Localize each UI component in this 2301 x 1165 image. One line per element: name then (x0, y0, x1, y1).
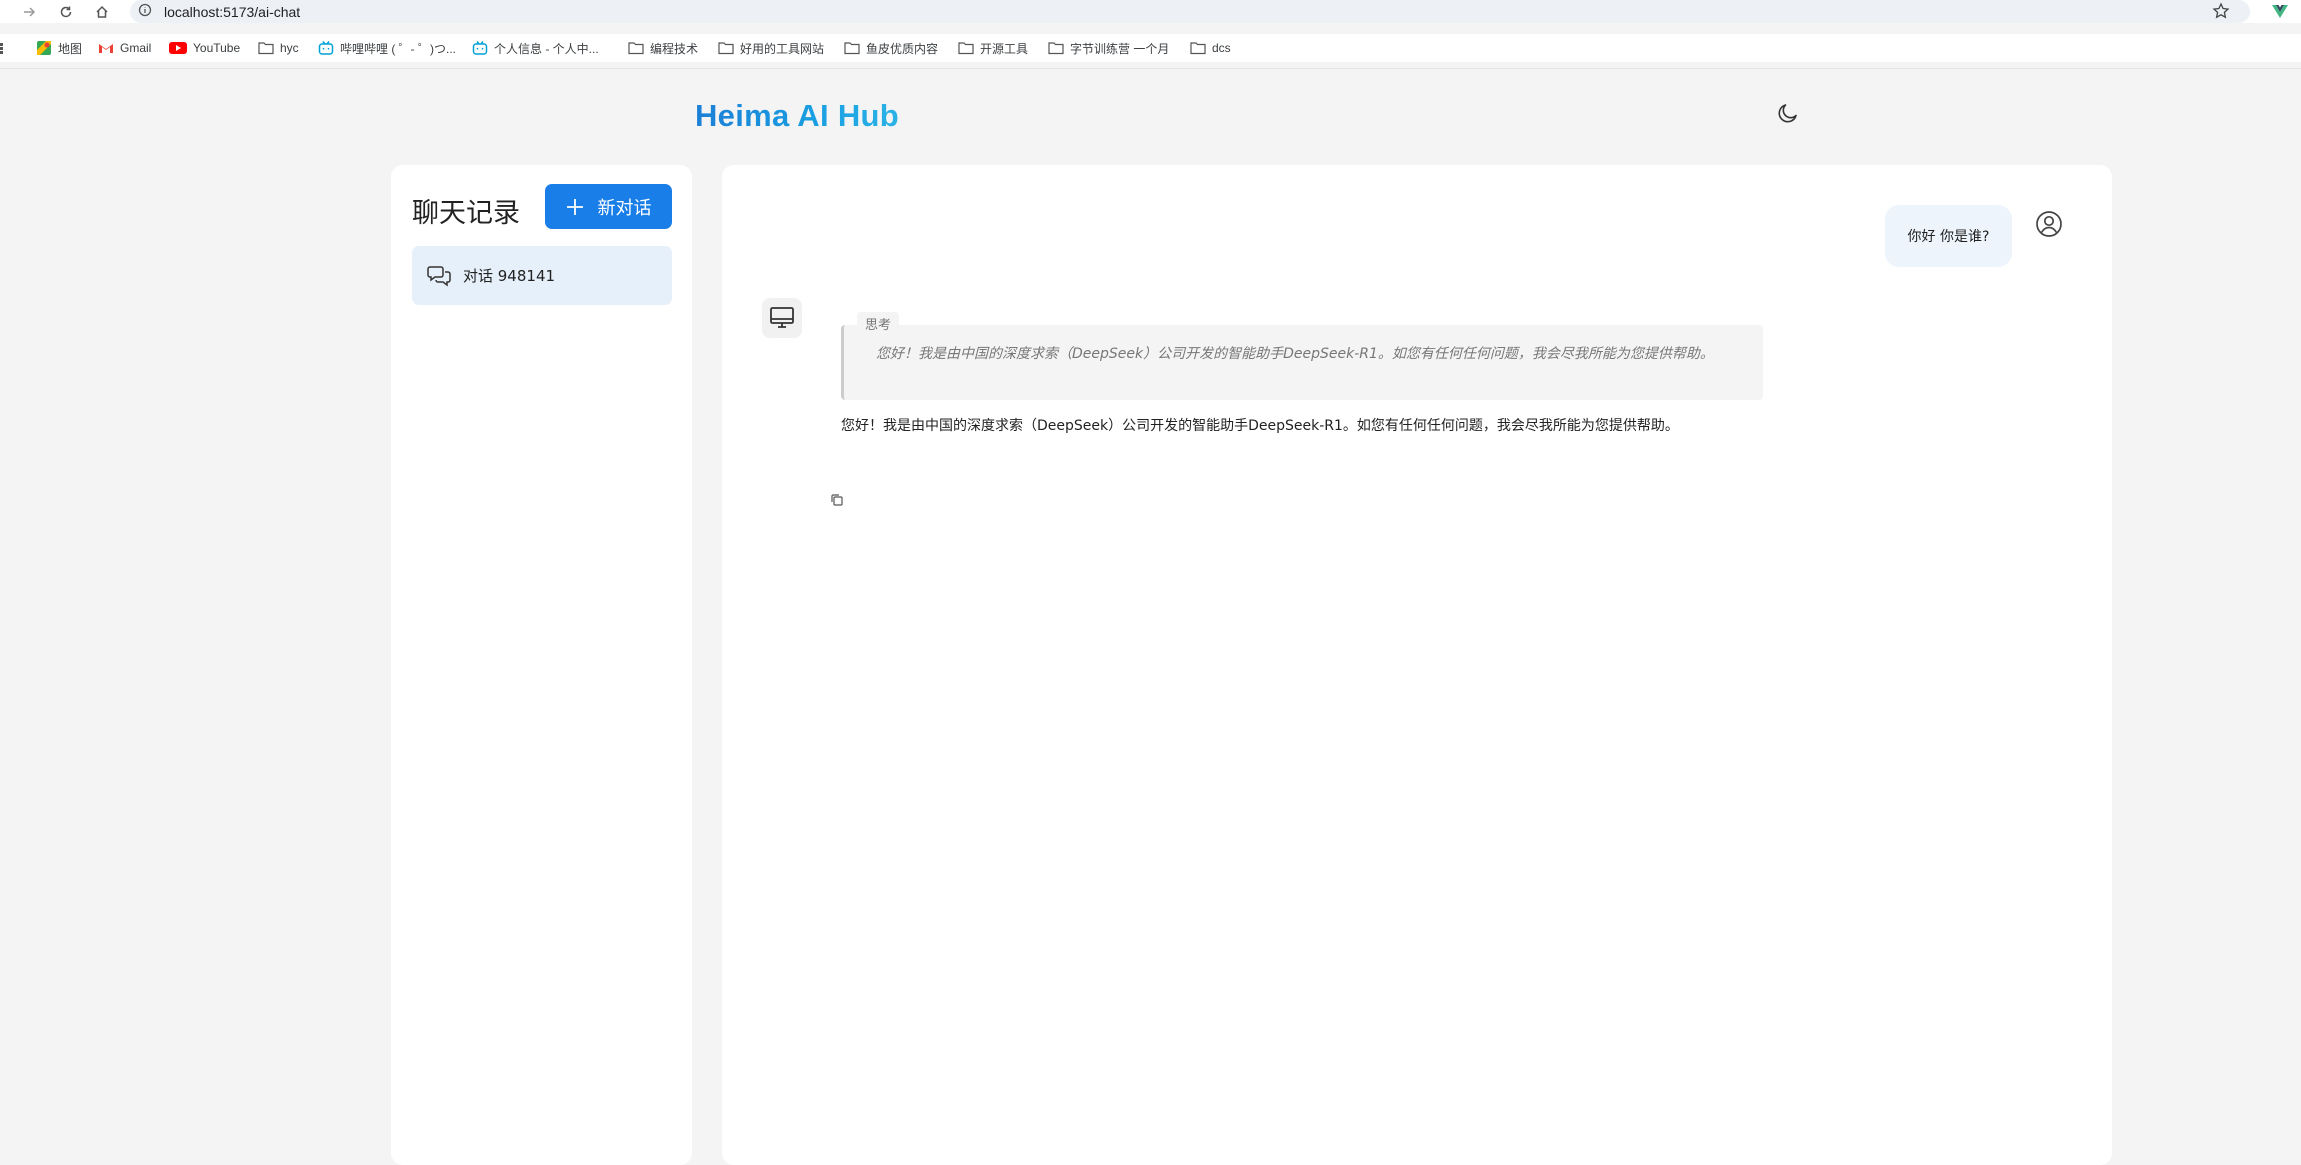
copy-icon[interactable] (830, 492, 844, 511)
bookmark-folder-yupi[interactable]: 鱼皮优质内容 (844, 38, 938, 58)
bookmark-gmail[interactable]: Gmail (98, 38, 151, 58)
bookmark-label: 地图 (58, 41, 83, 56)
computer-icon (770, 307, 794, 328)
bookmark-label: 编程技术 (650, 41, 699, 56)
bookmark-folder-tools[interactable]: 好用的工具网站 (718, 38, 824, 58)
brand-title: Heima AI Hub (695, 98, 899, 133)
address-bar[interactable]: localhost:5173/ai-chat (130, 0, 2250, 23)
assistant-answer-text: 您好！我是由中国的深度求索（DeepSeek）公司开发的智能助手DeepSeek… (841, 418, 1679, 434)
bookmark-label: dcs (1212, 41, 1231, 55)
conversation-sidebar: 聊天记录 新对话 对话 948141 (391, 165, 692, 1165)
folder-icon (718, 42, 734, 55)
plus-icon (566, 198, 583, 215)
folder-icon (1190, 42, 1206, 55)
bilibili-icon (318, 41, 334, 55)
bookmark-label: hyc (280, 41, 299, 55)
bookmark-folder-opensource[interactable]: 开源工具 (958, 38, 1028, 58)
bookmark-label: 鱼皮优质内容 (866, 41, 939, 56)
bilibili-icon (472, 41, 488, 55)
new-chat-label: 新对话 (597, 197, 652, 218)
new-chat-button[interactable]: 新对话 (545, 184, 672, 229)
youtube-icon (169, 42, 187, 54)
home-icon[interactable] (88, 0, 116, 23)
reload-icon[interactable] (52, 0, 80, 23)
site-info-icon[interactable] (138, 2, 152, 21)
bookmark-label: 个人信息 - 个人中... (494, 41, 599, 56)
bookmark-folder-hyc[interactable]: hyc (258, 38, 299, 58)
conversation-label: 对话 948141 (463, 267, 556, 285)
folder-icon (958, 42, 974, 55)
folder-icon (844, 42, 860, 55)
chat-bubbles-icon (427, 265, 451, 286)
thinking-block: 您好！我是由中国的深度求索（DeepSeek）公司开发的智能助手DeepSeek… (841, 325, 1763, 400)
bookmark-label: 好用的工具网站 (740, 41, 825, 56)
bookmark-label: 哔哩哔哩 ( ゜- ゜)つ... (340, 41, 456, 56)
bookmark-bilibili-profile[interactable]: 个人信息 - 个人中... (472, 38, 599, 58)
chat-panel: 你好 你是谁? 您好！我是由中国的深度求索（DeepSeek）公司开发的智能助手… (722, 165, 2112, 1165)
bookmark-folder-bytedance[interactable]: 字节训练营 一个月 (1048, 38, 1169, 58)
browser-toolbar: localhost:5173/ai-chat (0, 0, 2301, 23)
sidebar-title: 聊天记录 (412, 198, 520, 229)
moon-icon[interactable] (1776, 101, 1800, 129)
bookmark-label: YouTube (193, 41, 241, 55)
folder-icon (1048, 42, 1064, 55)
bookmark-bilibili[interactable]: 哔哩哔哩 ( ゜- ゜)つ... (318, 38, 456, 58)
bookmark-folder-programming[interactable]: 编程技术 (628, 38, 698, 58)
vue-devtools-icon[interactable] (2271, 2, 2289, 24)
bookmark-youtube[interactable]: YouTube (169, 38, 240, 58)
maps-icon (37, 41, 51, 55)
app-header: Heima AI Hub (656, 69, 1851, 165)
conversation-item[interactable]: 对话 948141 (412, 246, 672, 305)
bookmark-label: 开源工具 (980, 41, 1029, 56)
ai-avatar (762, 298, 802, 338)
bookmark-label: Gmail (120, 41, 152, 55)
user-message-bubble: 你好 你是谁? (1885, 205, 2012, 267)
folder-icon (258, 42, 274, 55)
folder-icon (628, 42, 644, 55)
forward-icon[interactable] (15, 0, 43, 23)
user-message-text: 你好 你是谁? (1907, 229, 1990, 245)
thinking-text: 您好！我是由中国的深度求索（DeepSeek）公司开发的智能助手DeepSeek… (876, 346, 1714, 362)
gmail-icon (99, 44, 113, 53)
bookmark-maps[interactable]: 地图 (36, 38, 82, 58)
bookmark-star-icon[interactable] (2212, 2, 2230, 24)
bookmarks-bar: 地图 Gmail YouTube hyc 哔哩哔哩 ( ゜- ゜)つ... 个人… (0, 34, 2301, 62)
bookmark-folder-dcs[interactable]: dcs (1190, 38, 1231, 58)
apps-grid-icon[interactable] (0, 38, 6, 58)
bookmark-label: 字节训练营 一个月 (1070, 41, 1170, 56)
url-text[interactable]: localhost:5173/ai-chat (164, 4, 300, 20)
thinking-label: 思考 (857, 312, 900, 335)
user-avatar-icon (2035, 210, 2063, 242)
